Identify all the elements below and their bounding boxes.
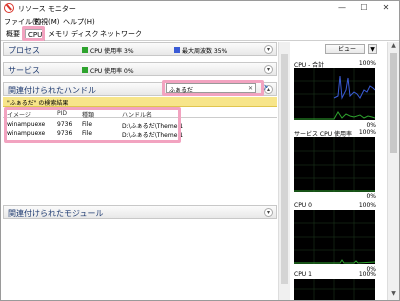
graph-max-cpu-total: 100% bbox=[358, 60, 376, 67]
tab-network[interactable]: ネットワーク bbox=[98, 29, 144, 40]
filter-text: "ふぁるだ" の検索結果 bbox=[7, 100, 69, 107]
chevron-down-icon[interactable]: ▼ bbox=[368, 44, 377, 54]
left-scrollbar-thumb[interactable] bbox=[281, 54, 288, 284]
graph-min-service-cpu: 0% bbox=[366, 193, 376, 200]
services-cpu-usage: CPU 使用率 0% bbox=[90, 68, 134, 75]
menu-bar: ファイル(F) 監視(M) ヘルプ(H) bbox=[1, 16, 399, 27]
cpu-usage-swatch bbox=[82, 47, 88, 53]
resource-monitor-window: リソース モニター — ☐ ✕ ファイル(F) 監視(M) ヘルプ(H) 概要 … bbox=[0, 0, 400, 301]
graphs-scrollbar[interactable]: ▲ ▼ bbox=[387, 42, 399, 300]
graphs-scrollbar-thumb[interactable] bbox=[390, 53, 397, 153]
graph-label-cpu0: CPU 0 bbox=[294, 202, 312, 209]
tab-memory[interactable]: メモリ bbox=[46, 29, 71, 40]
results-highlight bbox=[4, 107, 181, 143]
tab-overview[interactable]: 概要 bbox=[4, 29, 22, 40]
chevron-down-icon[interactable]: ▾ bbox=[264, 45, 273, 54]
processes-cpu-usage: CPU 使用率 3% bbox=[90, 48, 134, 55]
graph-max-cpu0: 100% bbox=[358, 202, 376, 209]
left-panel: プロセス CPU 使用率 3% 最大周波数 35% ▾ サービス CPU 使用率… bbox=[3, 42, 277, 300]
menu-help[interactable]: ヘルプ(H) bbox=[63, 17, 95, 27]
services-title: サービス bbox=[8, 66, 40, 75]
services-cpu-swatch bbox=[82, 67, 88, 73]
cpu-tab-highlight bbox=[22, 26, 45, 41]
modules-title: 関連付けられたモジュール bbox=[8, 209, 104, 218]
graph-label-cpu1: CPU 1 bbox=[294, 271, 312, 278]
tab-bar: 概要 CPU メモリ ディスク ネットワーク bbox=[1, 28, 399, 41]
tab-disk[interactable]: ディスク bbox=[69, 29, 101, 40]
graph-service-cpu bbox=[294, 137, 375, 192]
minimize-button[interactable]: — bbox=[331, 2, 353, 14]
modules-section-header[interactable]: 関連付けられたモジュール ▾ bbox=[3, 205, 277, 219]
cpu0-plot bbox=[294, 210, 375, 264]
filter-banner: "ふぁるだ" の検索結果 bbox=[3, 97, 277, 107]
window-title: リソース モニター bbox=[18, 5, 76, 13]
services-section-header[interactable]: サービス CPU 使用率 0% ▾ bbox=[3, 62, 277, 76]
scroll-down-icon[interactable]: ▼ bbox=[388, 290, 399, 300]
cpu1-plot bbox=[294, 279, 375, 300]
resource-monitor-icon bbox=[4, 3, 14, 13]
handles-title: 関連付けられたハンドル bbox=[8, 86, 96, 95]
left-scrollbar[interactable] bbox=[278, 42, 290, 300]
chevron-down-icon[interactable]: ▾ bbox=[264, 65, 273, 74]
graph-cpu-total bbox=[294, 68, 375, 120]
graph-max-service-cpu: 100% bbox=[358, 129, 376, 136]
service-cpu-plot bbox=[294, 137, 375, 192]
graphs-panel: ビュー ▼ CPU - 合計 100% 0% サービス CPU 使用率 100% bbox=[292, 42, 386, 300]
max-frequency-swatch bbox=[174, 47, 180, 53]
close-button[interactable]: ✕ bbox=[375, 2, 397, 14]
cpu-total-plot bbox=[294, 68, 375, 120]
graph-max-cpu1: 100% bbox=[358, 271, 376, 278]
maximize-button[interactable]: ☐ bbox=[353, 2, 375, 14]
chevron-down-icon[interactable]: ▾ bbox=[264, 208, 273, 217]
view-button[interactable]: ビュー bbox=[325, 44, 365, 54]
graph-cpu1 bbox=[294, 279, 375, 300]
graph-min-cpu-total: 0% bbox=[366, 122, 376, 129]
scroll-up-icon[interactable]: ▲ bbox=[388, 42, 399, 52]
processes-title: プロセス bbox=[8, 46, 40, 55]
processes-max-frequency: 最大周波数 35% bbox=[182, 48, 228, 55]
title-bar: リソース モニター — ☐ ✕ bbox=[1, 1, 399, 15]
graph-cpu0 bbox=[294, 210, 375, 264]
processes-section-header[interactable]: プロセス CPU 使用率 3% 最大周波数 35% ▾ bbox=[3, 42, 277, 56]
search-highlight bbox=[162, 80, 264, 96]
